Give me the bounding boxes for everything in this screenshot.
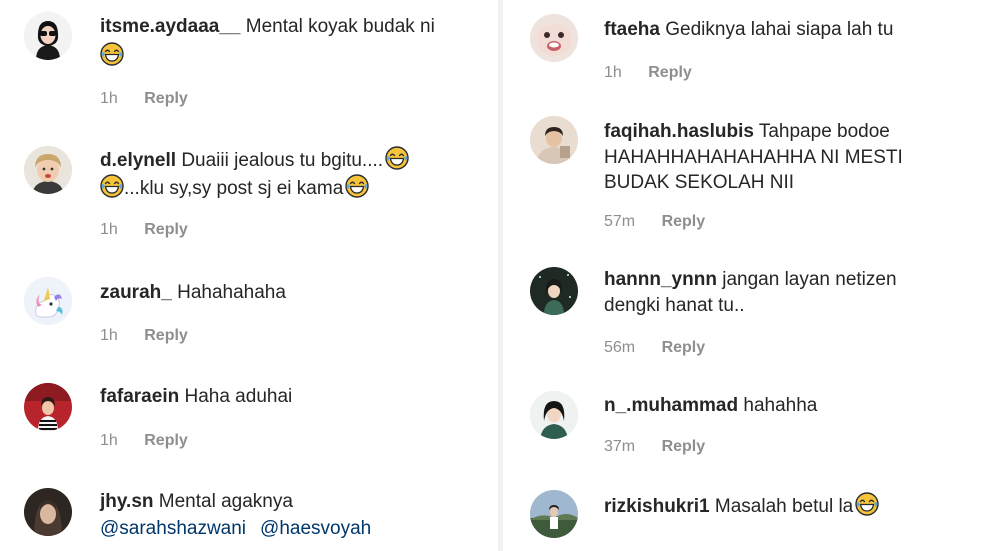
comment-body-line2: dengki hanat tu.. [604, 293, 745, 319]
comment-body: zaurah_ Hahahahaha [100, 280, 286, 306]
reply-button[interactable]: Reply [144, 327, 188, 345]
comment-timestamp: 57m [604, 213, 636, 230]
comment-timestamp: 37m [604, 438, 636, 455]
comment-timestamp: 1h [604, 64, 622, 81]
comment-meta: 1h Reply [100, 221, 188, 239]
comment-username[interactable]: hannn_ynnn [604, 269, 717, 290]
avatar[interactable] [24, 383, 72, 431]
comment-username[interactable]: zaurah_ [100, 282, 172, 303]
avatar[interactable] [24, 277, 72, 325]
face-with-tears-of-joy-icon [855, 492, 879, 516]
reply-button[interactable]: Reply [648, 64, 692, 82]
comment-text: Tahpape bodoe [758, 121, 890, 142]
comment-body: hannn_ynnn jangan layan netizen [604, 267, 897, 293]
comment-username[interactable]: fafaraein [100, 386, 179, 407]
comment-meta: 1h Reply [100, 90, 188, 108]
comment-timestamp: 1h [100, 90, 118, 107]
comment-text: Hahahahaha [177, 282, 286, 303]
comment-body: d.elynell Duaiii jealous tu bgitu.... [100, 146, 409, 174]
comment-meta: 57m Reply [604, 213, 705, 231]
comment-body: itsme.aydaaa__ Mental koyak budak ni [100, 14, 435, 40]
avatar[interactable] [530, 391, 578, 439]
column-divider [498, 0, 503, 551]
comment-meta: 56m Reply [604, 339, 705, 357]
avatar[interactable] [24, 12, 72, 60]
avatar[interactable] [24, 488, 72, 536]
comment-timestamp: 1h [100, 432, 118, 449]
comment-body: n_.muhammad hahahha [604, 393, 817, 419]
comment-text: jangan layan netizen [722, 269, 897, 290]
comment-text: Gediknya lahai siapa lah tu [665, 19, 894, 40]
avatar[interactable] [24, 146, 72, 194]
avatar[interactable] [530, 267, 578, 315]
comment-body-line2 [100, 42, 124, 70]
face-with-tears-of-joy-icon [345, 174, 369, 198]
comment-body: rizkishukri1 Masalah betul la [604, 492, 879, 520]
mention-link[interactable]: @haesvoyah [260, 518, 371, 539]
reply-button[interactable]: Reply [662, 438, 706, 456]
comment-timestamp: 56m [604, 339, 636, 356]
comment-text-continued: dengki hanat tu.. [604, 295, 745, 316]
comment-username[interactable]: n_.muhammad [604, 395, 738, 416]
comment-body-line3: BUDAK SEKOLAH NII [604, 170, 794, 196]
comment-timestamp: 1h [100, 221, 118, 238]
comment-text: Duaiii jealous tu bgitu.... [181, 150, 384, 171]
comment-mentions: @sarahshazwani @haesvoyah [100, 516, 371, 542]
comment-body-line2: ...klu sy,sy post sj ei kama [100, 174, 369, 202]
comment-username[interactable]: jhy.sn [100, 491, 154, 512]
avatar[interactable] [530, 116, 578, 164]
mention-link[interactable]: @sarahshazwani [100, 518, 246, 539]
comment-username[interactable]: rizkishukri1 [604, 496, 710, 517]
comment-meta: 37m Reply [604, 438, 705, 456]
reply-button[interactable]: Reply [144, 221, 188, 239]
comment-text: Haha aduhai [184, 386, 293, 407]
comment-meta: 1h Reply [604, 64, 692, 82]
reply-button[interactable]: Reply [144, 90, 188, 108]
comment-body: ftaeha Gediknya lahai siapa lah tu [604, 17, 893, 43]
comment-text-continued: HAHAHHAHAHAHAHHA NI MESTI [604, 147, 903, 168]
avatar[interactable] [530, 14, 578, 62]
comment-body-line2: HAHAHHAHAHAHAHHA NI MESTI [604, 145, 903, 171]
face-with-tears-of-joy-icon [100, 174, 124, 198]
comments-panel-left: itsme.aydaaa__ Mental koyak budak ni 1h … [0, 0, 494, 551]
comment-username[interactable]: itsme.aydaaa__ [100, 16, 241, 37]
comment-body: fafaraein Haha aduhai [100, 384, 292, 410]
comment-body: jhy.sn Mental agaknya [100, 489, 293, 515]
comment-text: Mental agaknya [158, 491, 293, 512]
reply-button[interactable]: Reply [662, 339, 706, 357]
face-with-tears-of-joy-icon [100, 42, 124, 66]
comment-text: Mental koyak budak ni [245, 16, 435, 37]
comments-panel-right: ftaeha Gediknya lahai siapa lah tu 1h Re… [507, 0, 1000, 551]
face-with-tears-of-joy-icon [385, 146, 409, 170]
reply-button[interactable]: Reply [144, 432, 188, 450]
comment-text-continued: BUDAK SEKOLAH NII [604, 172, 795, 193]
comment-username[interactable]: ftaeha [604, 19, 660, 40]
comment-text-continued: ...klu sy,sy post sj ei kama [124, 178, 344, 199]
comment-text: Masalah betul la [714, 496, 854, 517]
comment-username[interactable]: d.elynell [100, 150, 176, 171]
avatar[interactable] [530, 490, 578, 538]
reply-button[interactable]: Reply [662, 213, 706, 231]
comment-meta: 1h Reply [100, 432, 188, 450]
comment-body: faqihah.haslubis Tahpape bodoe [604, 119, 890, 145]
comment-timestamp: 1h [100, 327, 118, 344]
comment-text: hahahha [743, 395, 818, 416]
comment-username[interactable]: faqihah.haslubis [604, 121, 754, 142]
comment-meta: 1h Reply [100, 327, 188, 345]
